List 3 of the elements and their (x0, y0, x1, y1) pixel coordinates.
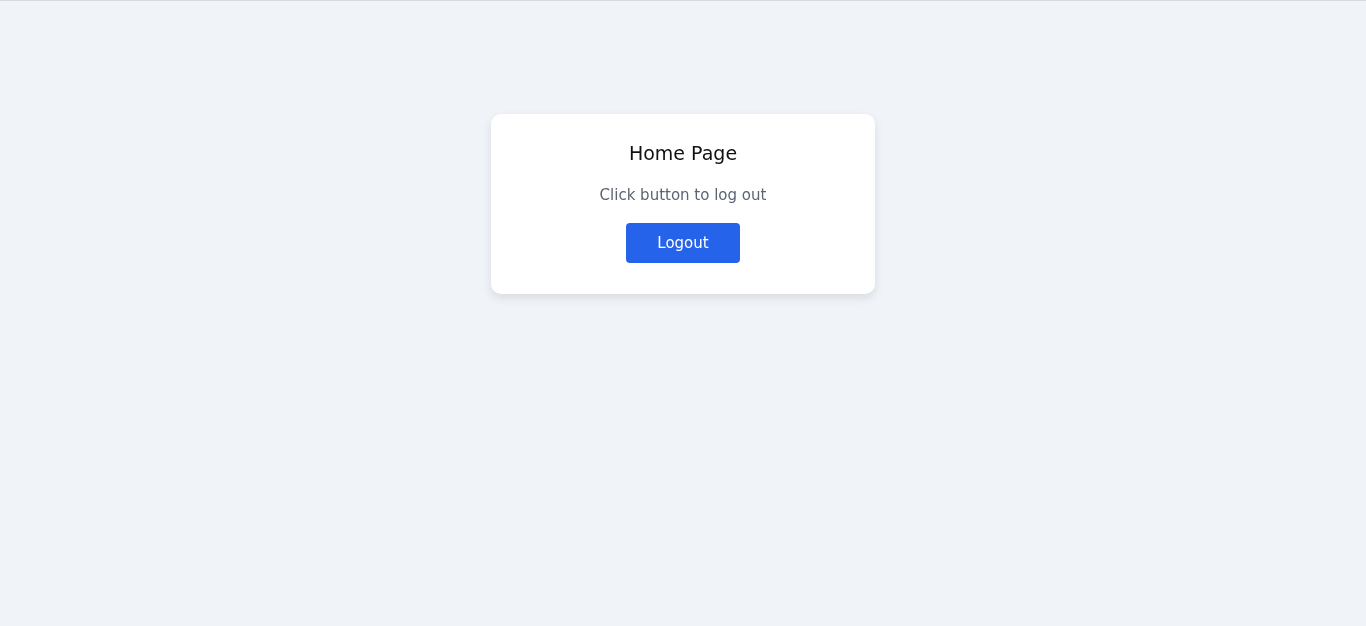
page-title: Home Page (628, 142, 738, 164)
logout-button[interactable]: Logout (626, 223, 740, 263)
logout-message: Click button to log out (599, 186, 767, 204)
